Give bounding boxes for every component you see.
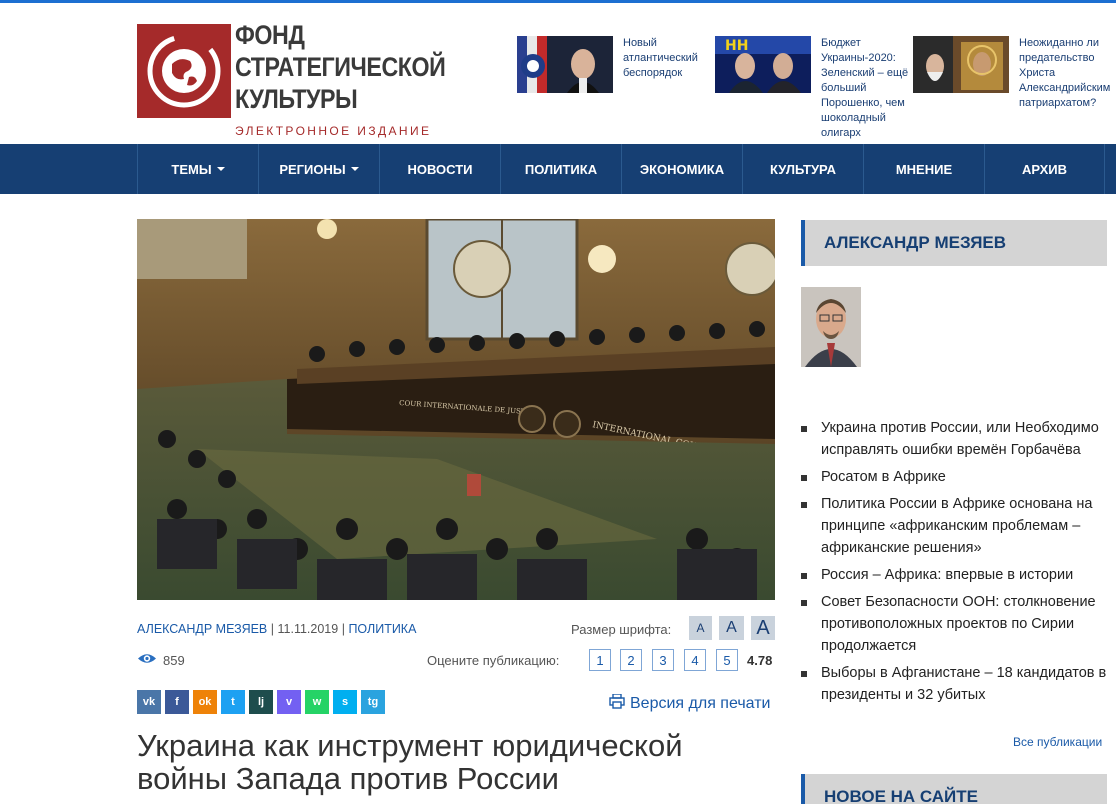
news-thumbnail[interactable] [517,36,613,93]
news-thumbnail[interactable]: НН [715,36,811,93]
font-size-small-button[interactable]: A [689,616,712,640]
viber-icon: v [285,696,293,708]
list-item[interactable]: Выборы в Афганистане – 18 кандидатов в п… [801,662,1111,706]
list-item[interactable]: Украина против России, или Необходимо ис… [801,417,1111,461]
nav-item-regions[interactable]: РЕГИОНЫ [258,144,379,194]
odnoklassniki-share-button[interactable]: ok [193,690,217,714]
author-avatar[interactable] [801,287,861,367]
facebook-icon: f [175,696,179,708]
skype-icon: s [341,696,349,708]
caret-down-icon [216,167,225,171]
article-hero-image: COUR INTERNATIONALE DE JUSTICE INTERNATI… [137,219,775,600]
sidebar-author-heading[interactable]: АЛЕКСАНДР МЕЗЯЕВ [801,220,1107,266]
rate-option-1[interactable]: 1 [589,649,611,671]
rating-value: 4.78 [747,653,773,668]
whatsapp-icon: w [312,696,322,708]
logo-subtitle: ЭЛЕКТРОННОЕ ИЗДАНИЕ [235,124,432,138]
logo-title: ФОНД СТРАТЕГИЧЕСКОЙ КУЛЬТУРЫ [235,20,446,114]
rate-option-4[interactable]: 4 [684,649,706,671]
site-logo[interactable]: ФОНД СТРАТЕГИЧЕСКОЙ КУЛЬТУРЫ ЭЛЕКТРОННОЕ… [137,20,447,140]
all-publications-link[interactable]: Все публикации [1013,735,1102,749]
whatsapp-share-button[interactable]: w [305,690,329,714]
news-thumbnail[interactable] [913,36,1009,93]
facebook-share-button[interactable]: f [165,690,189,714]
main-nav: ТЕМЫ РЕГИОНЫ НОВОСТИ ПОЛИТИКА ЭКОНОМИКА … [0,144,1116,194]
article-title: Украина как инструмент юридической войны… [137,728,683,796]
news-title[interactable]: Бюджет Украины-2020: Зеленский – ещё бол… [821,36,911,141]
vk-share-button[interactable]: vk [137,690,161,714]
livejournal-icon: lj [257,696,265,708]
print-version-link[interactable]: Версия для печати [609,693,770,714]
list-item[interactable]: Россия – Африка: впервые в истории [801,564,1111,586]
telegram-share-button[interactable]: tg [361,690,385,714]
svg-text:НН: НН [725,38,748,54]
nav-item-opinion[interactable]: МНЕНИЕ [863,144,984,194]
sidebar-new-heading: НОВОЕ НА САЙТЕ [801,774,1107,804]
rate-option-5[interactable]: 5 [716,649,738,671]
odnoklassniki-icon: ok [198,696,212,708]
nav-item-themes[interactable]: ТЕМЫ [137,144,258,194]
list-item[interactable]: Совет Безопасности ООН: столкновение про… [801,591,1111,657]
skype-share-button[interactable]: s [333,690,357,714]
author-publications-list: Украина против России, или Необходимо ис… [801,417,1111,711]
category-link[interactable]: ПОЛИТИКА [348,622,416,636]
twitter-share-button[interactable]: t [221,690,245,714]
font-size-large-button[interactable]: A [751,616,775,640]
author-link[interactable]: АЛЕКСАНДР МЕЗЯЕВ [137,622,267,636]
rate-option-3[interactable]: 3 [652,649,674,671]
nav-item-politics[interactable]: ПОЛИТИКА [500,144,621,194]
viber-share-button[interactable]: v [277,690,301,714]
rate-label: Оцените публикацию: [427,653,560,668]
printer-icon [609,693,625,714]
caret-down-icon [350,167,359,171]
vk-icon: vk [142,696,156,708]
views-count: 859 [163,652,185,668]
font-size-label: Размер шрифта: [571,622,672,637]
article-meta: АЛЕКСАНДР МЕЗЯЕВ | 11.11.2019 | ПОЛИТИКА [137,622,416,636]
nav-item-economy[interactable]: ЭКОНОМИКА [621,144,742,194]
meta-separator: | [270,622,275,636]
rate-option-2[interactable]: 2 [620,649,642,671]
nav-item-news[interactable]: НОВОСТИ [379,144,500,194]
top-accent-line [0,0,1116,3]
logo-emblem-icon [137,24,231,118]
livejournal-share-button[interactable]: lj [249,690,273,714]
news-title[interactable]: Неожиданно ли предательство Христа Алекс… [1019,36,1111,111]
font-size-medium-button[interactable]: A [719,616,744,640]
eye-icon [137,652,157,668]
list-item[interactable]: Росатом в Африке [801,466,1111,488]
meta-separator: | [341,622,345,636]
twitter-icon: t [231,696,235,708]
telegram-icon: tg [367,696,379,708]
nav-item-culture[interactable]: КУЛЬТУРА [742,144,863,194]
nav-item-archive[interactable]: АРХИВ [984,144,1105,194]
views-counter: 859 [137,652,185,668]
news-title[interactable]: Новый атлантический беспорядок [623,36,709,81]
article-date: 11.11.2019 [277,622,339,636]
list-item[interactable]: Политика России в Африке основана на при… [801,493,1111,559]
